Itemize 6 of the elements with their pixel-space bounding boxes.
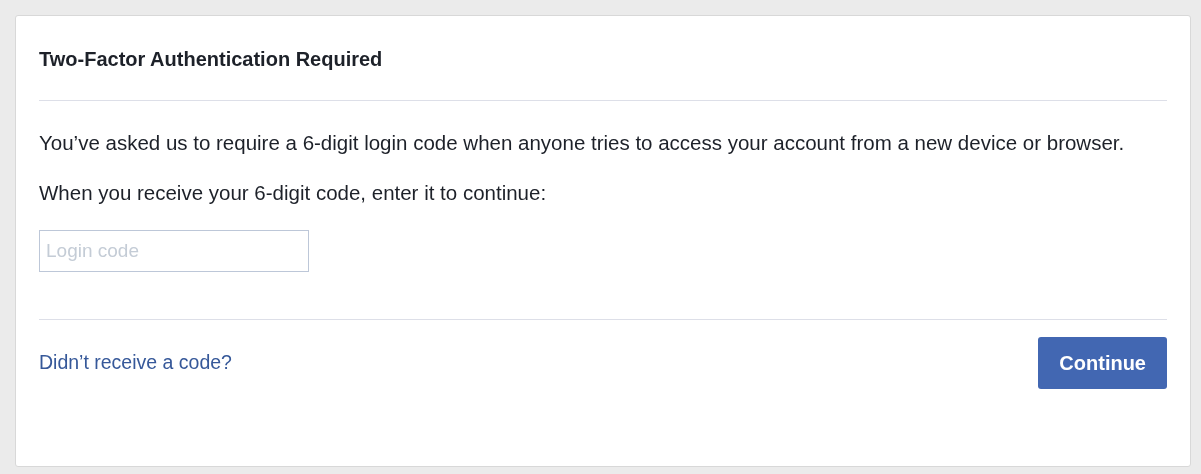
continue-button[interactable]: Continue bbox=[1038, 336, 1167, 389]
message-text: You’ve asked us to require a 6-digit login code when anyone tries to access your account from a new device or browser. bbox=[39, 130, 1126, 156]
help-link[interactable]: Didn’t receive a code? bbox=[39, 347, 232, 378]
dialog-title: Two-Factor Authentication Required bbox=[39, 47, 383, 72]
instruction-text: When you receive your 6-digit code, enter it to continue: bbox=[39, 180, 548, 206]
login-code-field[interactable]: Login code bbox=[39, 230, 309, 272]
